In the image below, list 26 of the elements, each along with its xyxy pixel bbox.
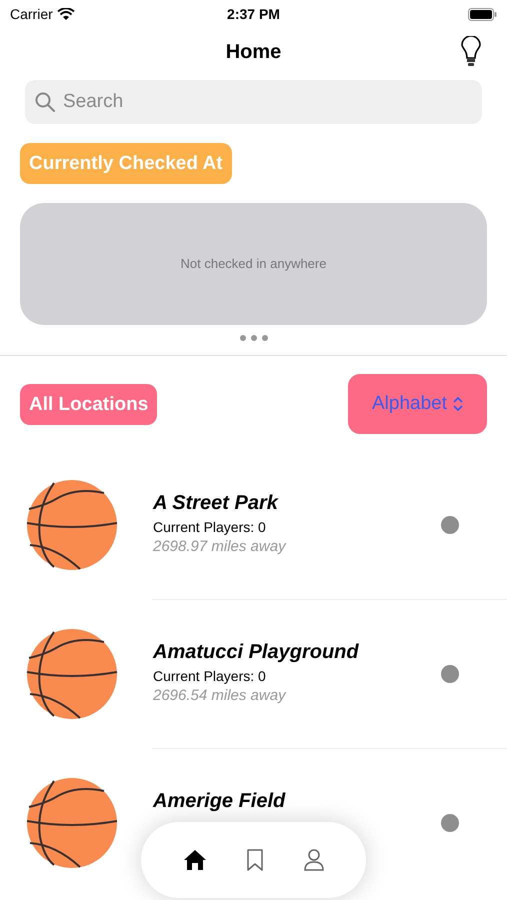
battery-icon (468, 8, 497, 20)
location-name[interactable]: A Street Park (153, 491, 278, 515)
lightbulb-icon[interactable] (461, 36, 481, 68)
filter-label: All Locations (20, 384, 158, 424)
page-title: Home (226, 40, 282, 65)
basketball-icon (26, 479, 118, 571)
search-icon (35, 92, 55, 112)
home-icon[interactable] (183, 849, 208, 871)
distance-text: 2698.97 miles away (153, 537, 286, 557)
bookmark-icon[interactable] (247, 849, 264, 871)
location-name[interactable]: Amatucci Playground (153, 640, 359, 664)
distance-text: 2696.54 miles away (153, 686, 286, 706)
player-count: Current Players: 0 (153, 518, 266, 537)
section-label: Currently Checked At (20, 143, 232, 184)
search-field[interactable]: Search (25, 80, 482, 124)
profile-icon[interactable] (304, 849, 324, 871)
page-indicator-icon (238, 334, 268, 342)
basketball-icon (26, 777, 118, 869)
location-name[interactable]: Amerige Field (153, 789, 286, 813)
status-time: 2:37 PM (227, 4, 280, 24)
chevron-updown-icon (453, 397, 463, 411)
carrier-label: Carrier (10, 4, 53, 24)
wifi-icon (56, 8, 75, 20)
player-count: Current Players: 0 (153, 667, 266, 686)
empty-message: Not checked in anywhere (180, 255, 326, 274)
basketball-icon (26, 628, 118, 720)
